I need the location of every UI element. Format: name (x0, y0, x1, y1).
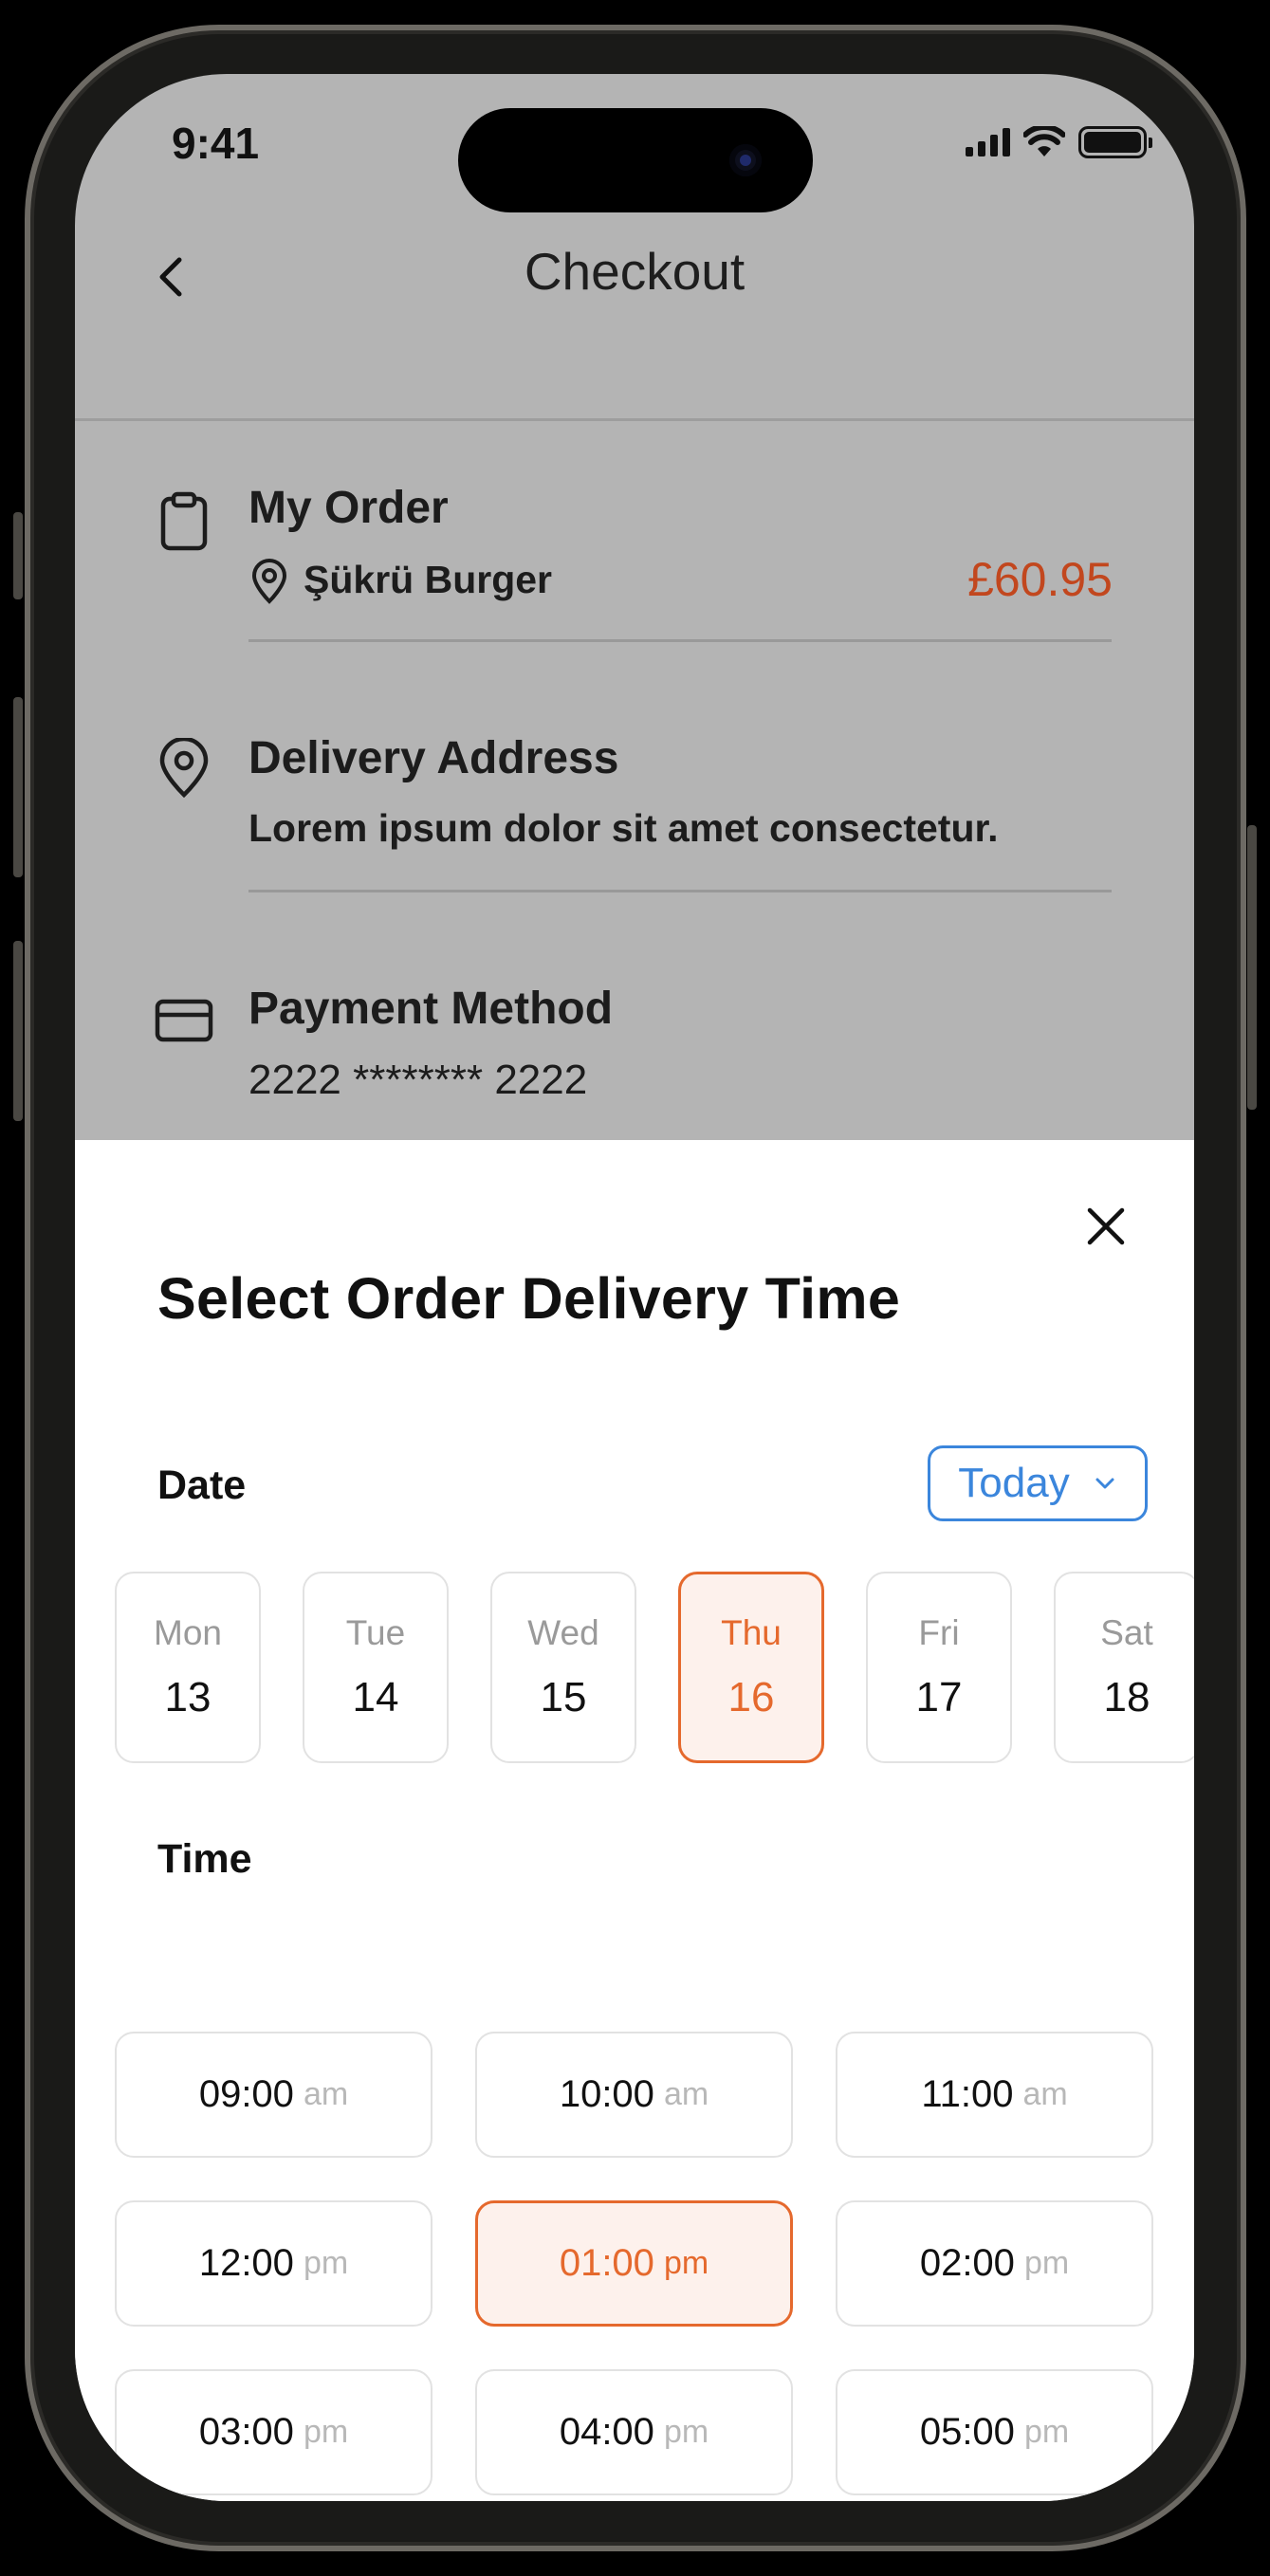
credit-card-icon (155, 999, 213, 1042)
order-divider (248, 639, 1112, 642)
slot-time: 04:00 (559, 2411, 654, 2453)
day-option[interactable]: Sat 18 (1054, 1572, 1194, 1763)
volume-down-button (13, 941, 23, 1121)
slot-time: 11:00 (921, 2073, 1014, 2115)
screen: 9:41 Checkout My Order Şükrü Burger £60.… (75, 74, 1194, 2501)
battery-icon (1078, 126, 1152, 158)
time-slot[interactable]: 01:00 pm (475, 2200, 793, 2327)
time-slot[interactable]: 02:00 pm (836, 2200, 1153, 2327)
time-slot[interactable]: 10:00 am (475, 2032, 793, 2158)
page-title: Checkout (524, 242, 745, 301)
day-selector: Mon 13 Tue 14 Wed 15 Thu 16 Fri 17 Sat 18 (115, 1572, 1194, 1763)
delivery-address-text: Lorem ipsum dolor sit amet consectetur. (248, 806, 999, 850)
date-dropdown[interactable]: Today (928, 1445, 1148, 1521)
delivery-time-sheet: Select Order Delivery Time Date Today Mo… (75, 1140, 1194, 2501)
slot-period: pm (1023, 2245, 1070, 2281)
status-time: 9:41 (172, 119, 260, 168)
dynamic-island (458, 108, 813, 212)
payment-method-title: Payment Method (248, 984, 614, 1034)
day-option[interactable]: Thu 16 (678, 1572, 824, 1763)
day-name: Tue (345, 1613, 406, 1652)
time-selector: 09:00 am 10:00 am 11:00 am 12:00 pm 01:00 pm … (115, 2032, 1153, 2495)
day-number: 18 (1103, 1674, 1150, 1720)
time-slot[interactable]: 04:00 pm (475, 2369, 793, 2495)
sheet-title: Select Order Delivery Time (157, 1266, 901, 1331)
wifi-icon (1023, 126, 1065, 156)
location-pin-icon (159, 738, 209, 799)
slot-period: am (663, 2076, 709, 2112)
power-button (1247, 825, 1257, 1110)
day-name: Thu (721, 1613, 782, 1652)
time-label: Time (157, 1836, 252, 1882)
day-name: Fri (918, 1613, 960, 1652)
slot-time: 01:00 (559, 2242, 654, 2284)
day-number: 14 (352, 1674, 399, 1720)
slot-period: pm (303, 2414, 349, 2450)
day-number: 16 (727, 1674, 775, 1720)
date-label: Date (157, 1463, 247, 1508)
day-name: Mon (154, 1613, 222, 1652)
day-name: Wed (527, 1613, 599, 1652)
slot-time: 02:00 (919, 2242, 1015, 2284)
restaurant-name: Şükrü Burger (304, 558, 552, 601)
volume-up-button (13, 697, 23, 877)
location-pin-icon (251, 559, 287, 604)
signal-icon (966, 128, 1010, 156)
order-price: £60.95 (967, 553, 1113, 606)
day-number: 17 (915, 1674, 963, 1720)
day-number: 13 (164, 1674, 212, 1720)
slot-period: pm (1023, 2414, 1070, 2450)
slot-period: pm (303, 2245, 349, 2281)
time-slot[interactable]: 12:00 pm (115, 2200, 433, 2327)
slot-period: pm (663, 2245, 709, 2281)
slot-period: am (1022, 2076, 1068, 2112)
slot-time: 09:00 (198, 2073, 294, 2115)
payment-card-number: 2222 ******** 2222 (248, 1057, 588, 1103)
day-option[interactable]: Fri 17 (866, 1572, 1012, 1763)
header-divider (75, 418, 1194, 421)
day-option[interactable]: Mon 13 (115, 1572, 261, 1763)
clipboard-icon (160, 491, 208, 551)
delivery-address-title: Delivery Address (248, 733, 619, 783)
day-option[interactable]: Tue 14 (303, 1572, 449, 1763)
my-order-title: My Order (248, 483, 449, 533)
date-dropdown-label: Today (958, 1460, 1070, 1506)
slot-period: pm (663, 2414, 709, 2450)
time-slot[interactable]: 03:00 pm (115, 2369, 433, 2495)
slot-time: 03:00 (198, 2411, 294, 2453)
slot-time: 05:00 (919, 2411, 1015, 2453)
time-slot[interactable]: 11:00 am (836, 2032, 1153, 2158)
slot-time: 10:00 (559, 2073, 654, 2115)
day-name: Sat (1100, 1613, 1153, 1652)
day-number: 15 (540, 1674, 587, 1720)
time-slot[interactable]: 09:00 am (115, 2032, 433, 2158)
slot-period: am (303, 2076, 349, 2112)
address-divider (248, 890, 1112, 892)
status-icons (966, 123, 1152, 161)
close-icon[interactable] (1080, 1201, 1132, 1252)
camera-icon (729, 144, 762, 176)
day-option[interactable]: Wed 15 (490, 1572, 636, 1763)
chevron-down-icon (1095, 1478, 1114, 1489)
slot-time: 12:00 (198, 2242, 294, 2284)
mute-switch (13, 512, 23, 599)
time-slot[interactable]: 05:00 pm (836, 2369, 1153, 2495)
